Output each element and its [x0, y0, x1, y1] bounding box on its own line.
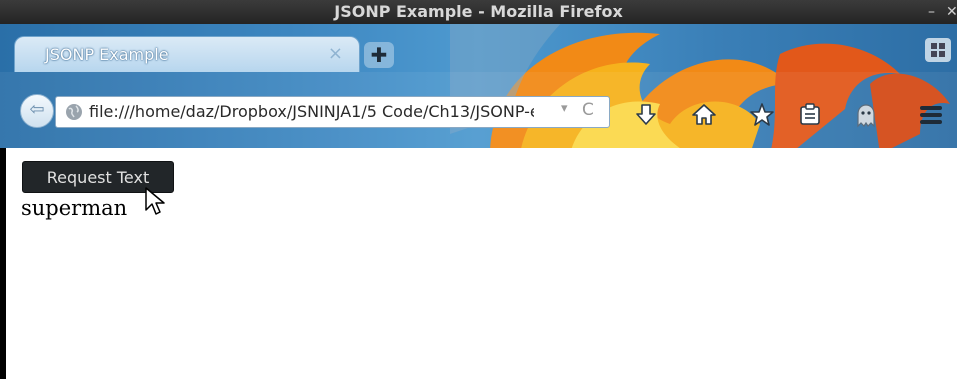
- bookmark-star-icon[interactable]: [748, 102, 776, 128]
- reload-icon[interactable]: C: [582, 100, 594, 120]
- window-title: JSONP Example - Mozilla Firefox: [334, 2, 623, 21]
- back-icon: ⇦: [29, 99, 45, 120]
- reading-list-icon[interactable]: [796, 102, 824, 128]
- url-text[interactable]: file:///home/daz/Dropbox/JSNINJA1/5 Code…: [89, 102, 534, 121]
- new-tab-button[interactable]: ✚: [364, 42, 394, 68]
- tab-groups-button[interactable]: [925, 38, 951, 62]
- request-text-button-label: Request Text: [46, 168, 150, 187]
- navigation-toolbar: ⇦ file:///home/daz/Dropbox/JSNINJA1/5 Co…: [0, 72, 957, 148]
- window-left-border: [0, 148, 6, 379]
- tab-close-icon[interactable]: ×: [328, 43, 343, 64]
- tab-jsonp-example[interactable]: JSONP Example ×: [14, 36, 360, 72]
- tab-strip: JSONP Example × ✚: [0, 24, 957, 72]
- tab-groups-icon: [931, 43, 945, 57]
- tab-title: JSONP Example: [45, 45, 169, 64]
- close-window-button[interactable]: ✕: [946, 0, 957, 24]
- url-bar[interactable]: file:///home/daz/Dropbox/JSNINJA1/5 Code…: [55, 96, 610, 128]
- window-titlebar: JSONP Example - Mozilla Firefox – ✕: [0, 0, 957, 24]
- back-button[interactable]: ⇦: [20, 94, 54, 128]
- ghostery-icon[interactable]: [852, 102, 880, 128]
- menu-icon[interactable]: [916, 104, 946, 126]
- response-text: superman: [21, 196, 128, 220]
- download-icon[interactable]: [632, 102, 660, 128]
- home-icon[interactable]: [690, 102, 718, 128]
- url-dropdown-icon[interactable]: ▾: [561, 101, 568, 116]
- mouse-pointer-icon: [145, 187, 165, 215]
- minimize-button[interactable]: –: [928, 0, 935, 24]
- browser-chrome: JSONP Example × ✚ ⇦ file:///home/daz/Dro…: [0, 24, 957, 148]
- globe-icon: [66, 104, 82, 120]
